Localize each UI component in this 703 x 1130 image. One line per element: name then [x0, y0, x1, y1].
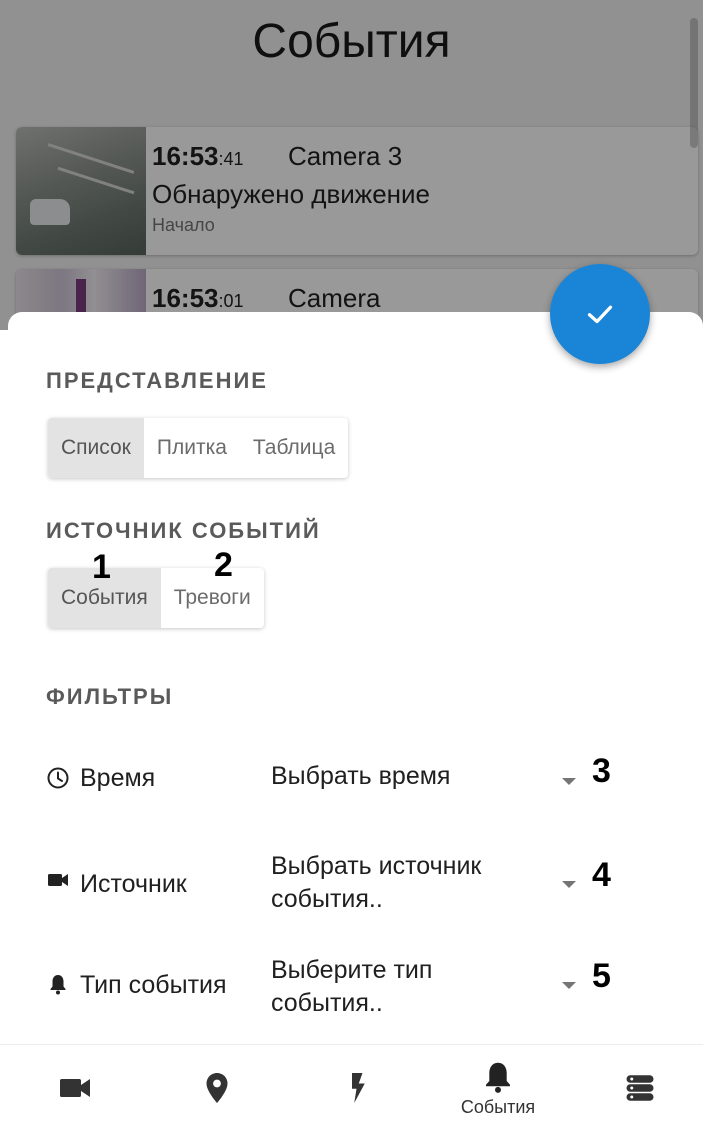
view-section-title: ПРЕДСТАВЛЕНИЕ	[46, 368, 268, 393]
filter-label-source: Источник	[80, 870, 187, 898]
time-select[interactable]: Выбрать время	[271, 760, 541, 793]
videocam-icon	[48, 874, 68, 886]
filter-row-source[interactable]: Источник Выбрать источник события.. 4	[46, 852, 666, 934]
source-select[interactable]: Выбрать источник события..	[271, 850, 541, 916]
bell-icon	[486, 1062, 510, 1093]
filter-label-event-type: Тип события	[80, 971, 227, 999]
view-settings-sheet: ПРЕДСТАВЛЕНИЕ Список Плитка Таблица ИСТО…	[8, 312, 703, 1052]
filter-row-event-type[interactable]: Тип события Выберите тип события.. 5	[46, 956, 666, 1039]
view-option-tile[interactable]: Плитка	[144, 418, 240, 478]
filter-row-time[interactable]: Время Выбрать время 3	[46, 752, 666, 814]
nav-map[interactable]	[167, 1045, 267, 1130]
annotation-marker-3: 3	[592, 752, 611, 790]
nav-events-label: События	[460, 1096, 536, 1117]
chevron-down-icon[interactable]	[562, 881, 576, 888]
servers-icon	[626, 1075, 654, 1101]
nav-events[interactable]: События	[448, 1045, 548, 1130]
location-pin-icon	[206, 1073, 228, 1103]
clock-icon	[47, 767, 69, 789]
annotation-marker-2: 2	[214, 546, 233, 584]
filters-section-title: ФИЛЬТРЫ	[46, 684, 174, 709]
view-option-table[interactable]: Таблица	[240, 418, 348, 478]
annotation-marker-1: 1	[92, 548, 111, 586]
bell-icon	[50, 975, 66, 995]
check-icon	[587, 305, 613, 324]
apply-button[interactable]	[550, 264, 650, 364]
chevron-down-icon[interactable]	[562, 982, 576, 989]
source-section-title: ИСТОЧНИК СОБЫТИЙ	[46, 518, 321, 543]
nav-cameras[interactable]	[25, 1045, 125, 1130]
view-option-list[interactable]: Список	[48, 418, 144, 478]
filter-label-time: Время	[80, 764, 156, 792]
annotation-marker-5: 5	[592, 957, 611, 995]
source-option-alarms[interactable]: Тревоги	[161, 568, 264, 628]
event-type-select[interactable]: Выберите тип события..	[271, 954, 541, 1020]
view-segmented-control: Список Плитка Таблица	[48, 418, 349, 478]
annotation-marker-4: 4	[592, 856, 611, 894]
nav-servers[interactable]	[590, 1045, 690, 1130]
lightning-icon	[352, 1073, 365, 1103]
bottom-navigation: События	[0, 1044, 703, 1130]
nav-actions[interactable]	[308, 1045, 408, 1130]
videocam-icon	[60, 1079, 90, 1097]
chevron-down-icon[interactable]	[562, 778, 576, 785]
